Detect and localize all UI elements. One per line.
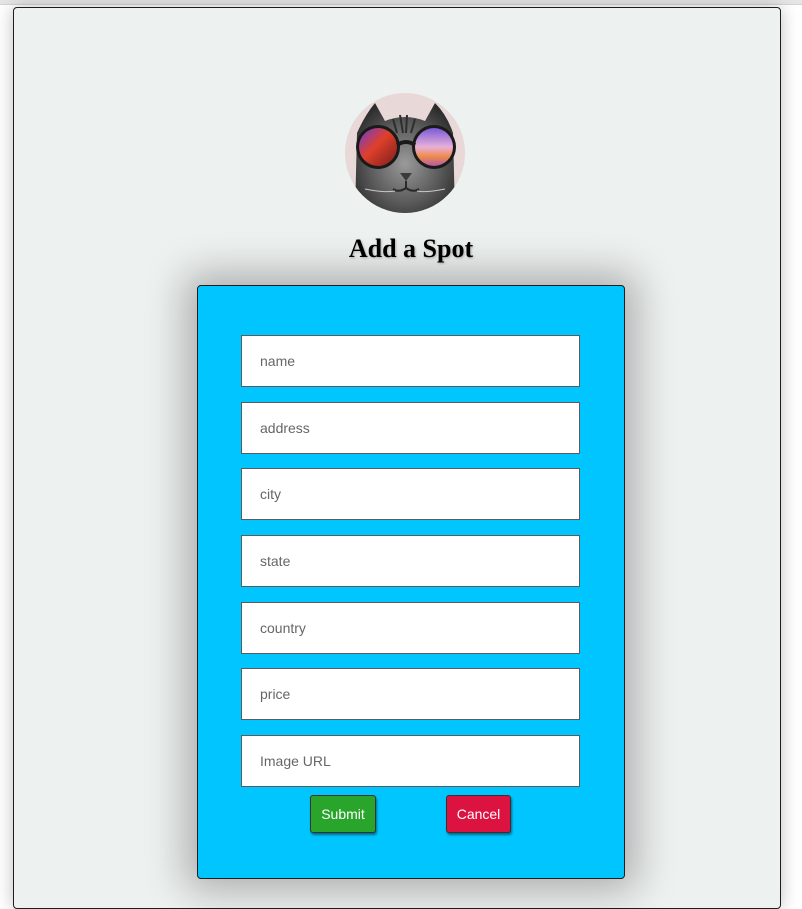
page-card: Add a Spot Submit Cancel [13,7,781,909]
country-input[interactable] [241,602,580,654]
city-input[interactable] [241,468,580,520]
image-url-input[interactable] [241,735,580,787]
name-input[interactable] [241,335,580,387]
add-spot-form: Submit Cancel [197,285,625,879]
submit-button[interactable]: Submit [310,795,376,833]
cancel-button[interactable]: Cancel [446,795,511,833]
avatar [345,93,465,213]
page-title: Add a Spot [348,234,474,263]
price-input[interactable] [241,668,580,720]
state-input[interactable] [241,535,580,587]
address-input[interactable] [241,402,580,454]
cat-sunglasses-icon [345,93,465,213]
browser-top-strip [0,0,802,5]
